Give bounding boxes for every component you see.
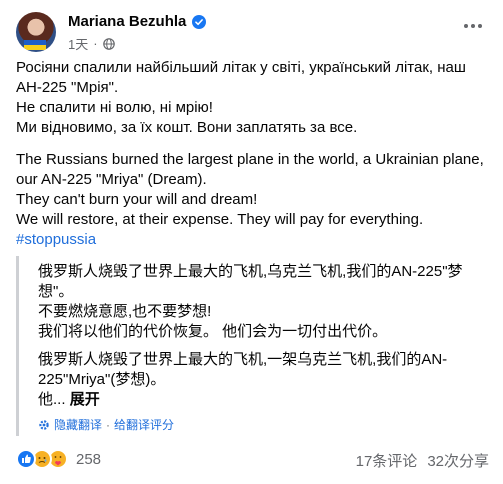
post-header: Mariana Bezuhla 1天 · <box>16 12 491 52</box>
translation-block-2: 俄罗斯人烧毁了世界上最大的飞机,一架乌克兰飞机,我们的AN-225"Mriya"… <box>38 350 468 410</box>
post-line-en-2: They can't burn your will and dream! <box>16 190 491 210</box>
translation-line-1: 俄罗斯人烧毁了世界上最大的飞机,乌克兰飞机,我们的AN-225"梦想"。 <box>38 263 463 300</box>
post-line-uk-2-text: Не спалити ні волю, ні мрію! <box>16 99 213 116</box>
post-line-en-3: We will restore, at their expense. They … <box>16 211 424 228</box>
post-line-en-2-text: They can't burn your will and dream! <box>16 191 258 208</box>
translation-truncated-text: 他... <box>38 391 66 408</box>
translation-line-3: 我们将以他们的代价恢复。 他们会为一切付出代价。 <box>38 323 388 340</box>
more-options-icon <box>464 24 482 28</box>
footer-separator: · <box>106 417 111 432</box>
author-name[interactable]: Mariana Bezuhla <box>68 13 186 30</box>
more-options-button[interactable] <box>457 14 489 38</box>
flag-emoji-ukraine <box>218 306 233 317</box>
reaction-count[interactable]: 258 <box>76 451 101 468</box>
translation-line-4: 俄罗斯人烧毁了世界上最大的飞机,一架乌克兰飞机,我们的AN-225"Mriya"… <box>38 351 448 388</box>
post-line-uk-1: Росіяни спалили найбільший літак у світі… <box>16 59 466 96</box>
translation-line-2: 不要燃烧意愿,也不要梦想! <box>38 302 468 322</box>
post-stats: 17条评论 32次分享 <box>356 450 489 471</box>
post-line-en-1: The Russians burned the largest plane in… <box>16 151 484 188</box>
flag-emoji-ukraine <box>263 194 278 205</box>
shares-count[interactable]: 32次分享 <box>427 450 489 471</box>
meta-separator: · <box>93 36 98 51</box>
author-name-row: Mariana Bezuhla <box>68 13 207 30</box>
translation-line-2-text: 不要燃烧意愿,也不要梦想! <box>38 303 212 320</box>
post-body: Росіяни спалили найбільший літак у світі… <box>16 58 491 250</box>
avatar[interactable] <box>16 12 56 52</box>
translation-block-1: 俄罗斯人烧毁了世界上最大的飞机,乌克兰飞机,我们的AN-225"梦想"。 不要燃… <box>38 262 468 342</box>
post-time[interactable]: 1天 <box>68 34 88 53</box>
see-more-link[interactable]: 展开 <box>70 391 100 408</box>
comments-count[interactable]: 17条评论 <box>356 450 418 471</box>
post-line-uk-2: Не спалити ні волю, ні мрію! <box>16 98 491 118</box>
rate-translation-link[interactable]: 给翻译评分 <box>114 416 174 433</box>
post-line-uk-3: Ми відновимо, за їх кошт. Вони заплатять… <box>16 119 358 136</box>
gear-icon <box>39 419 49 430</box>
hashtag-link[interactable]: #stopрussia <box>16 231 96 248</box>
translation-line-5: 他... 展开 <box>38 390 468 410</box>
verified-badge-icon <box>192 14 207 29</box>
translation-box: 俄罗斯人烧毁了世界上最大的飞机,乌克兰飞机,我们的AN-225"梦想"。 不要燃… <box>16 256 491 436</box>
avatar-flag <box>24 40 46 50</box>
flag-emoji-ukraine <box>215 102 230 113</box>
globe-icon[interactable] <box>102 37 115 50</box>
like-reaction-icon <box>16 449 36 469</box>
post-meta: 1天 · <box>68 34 115 53</box>
hide-translation-link[interactable]: 隐藏翻译 <box>54 416 102 433</box>
translation-footer: 隐藏翻译 · 给翻译评分 <box>38 416 174 433</box>
reactions-summary[interactable]: 258 <box>16 449 101 469</box>
